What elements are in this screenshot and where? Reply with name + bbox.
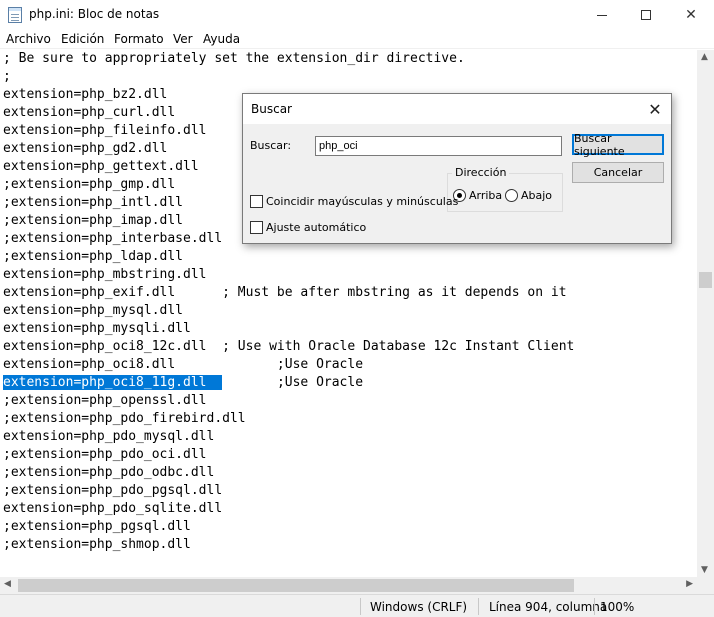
selected-text[interactable]: extension=php_oci8_11g.dll — [3, 375, 223, 390]
maximize-icon — [641, 10, 651, 20]
text-line: extension=php_exif.dll ; Must be after m… — [3, 285, 567, 300]
text-line: extension=php_oci8_12c.dll ; Use with Or… — [3, 339, 575, 354]
minimize-button[interactable] — [579, 0, 625, 30]
text-line: extension=php_mbstring.dll — [3, 267, 207, 282]
status-divider — [478, 598, 479, 615]
text-line-selected: extension=php_oci8_11g.dll ;Use Oracle — [3, 374, 363, 392]
text-line: ;extension=php_openssl.dll — [3, 393, 207, 408]
text-line: ; Be sure to appropriately set the exten… — [3, 51, 465, 66]
direction-down-label: Abajo — [521, 189, 553, 202]
text-line: extension=php_oci8.dll ;Use Oracle — [3, 357, 364, 372]
status-line-ending: Windows (CRLF) — [370, 600, 468, 614]
text-line: extension=php_bz2.dll — [3, 87, 168, 102]
cancel-label: Cancelar — [593, 166, 643, 179]
find-dialog-close-button[interactable]: ✕ — [645, 99, 665, 119]
text-line: ;extension=php_pdo_oci.dll — [3, 447, 207, 462]
menu-ver[interactable]: Ver — [173, 32, 193, 46]
menu-formato[interactable]: Formato — [114, 32, 164, 46]
wrap-around-checkbox[interactable]: Ajuste automático — [250, 221, 366, 234]
text-line: ;extension=php_intl.dll — [3, 195, 184, 210]
text-line: extension=php_gd2.dll — [3, 141, 168, 156]
find-dialog-title: Buscar — [251, 102, 292, 116]
direction-label: Dirección — [452, 166, 510, 179]
status-zoom: 100% — [600, 600, 635, 614]
find-next-button[interactable]: Buscar siguiente — [572, 131, 664, 158]
text-line: ;extension=php_pdo_pgsql.dll — [3, 483, 223, 498]
radio-unchecked-icon — [505, 189, 518, 202]
horizontal-scrollbar[interactable]: ◀ ▶ — [0, 577, 697, 594]
title-bar: php.ini: Bloc de notas ✕ — [0, 0, 714, 30]
wrap-around-label: Ajuste automático — [266, 221, 367, 234]
text-line: ;extension=php_imap.dll — [3, 213, 184, 228]
find-dialog: Buscar ✕ Buscar: Buscar siguiente Cancel… — [242, 93, 672, 244]
text-line-rest: ;Use Oracle — [222, 375, 364, 390]
find-next-label: Buscar siguiente — [574, 131, 625, 158]
status-divider — [360, 598, 361, 615]
close-icon: ✕ — [685, 7, 697, 23]
text-line: extension=php_mysql.dll — [3, 303, 184, 318]
status-position: Línea 904, columna — [489, 600, 608, 614]
text-line: extension=php_fileinfo.dll — [3, 123, 207, 138]
text-line: extension=php_pdo_mysql.dll — [3, 429, 215, 444]
text-line: ;extension=php_pdo_odbc.dll — [3, 465, 215, 480]
scroll-right-icon[interactable]: ▶ — [686, 579, 693, 589]
menu-ayuda[interactable]: Ayuda — [203, 32, 240, 46]
status-divider — [594, 598, 595, 615]
maximize-button[interactable] — [623, 0, 669, 30]
close-button[interactable]: ✕ — [668, 0, 714, 30]
text-line: ;extension=php_gmp.dll — [3, 177, 176, 192]
window-title: php.ini: Bloc de notas — [29, 7, 160, 21]
text-line: extension=php_pdo_sqlite.dll — [3, 501, 223, 516]
match-case-checkbox[interactable]: Coincidir mayúsculas y minúsculas — [250, 195, 458, 208]
text-line: ; — [3, 69, 11, 84]
menu-archivo[interactable]: Archivo — [6, 32, 51, 46]
text-line: extension=php_gettext.dll — [3, 159, 199, 174]
text-line: ;extension=php_pdo_firebird.dll — [3, 411, 246, 426]
text-line: ;extension=php_pgsql.dll — [3, 519, 191, 534]
checkbox-unchecked-icon — [250, 195, 263, 208]
menu-edicion[interactable]: Edición — [61, 32, 104, 46]
scrollbar-corner — [697, 577, 714, 594]
scroll-left-icon[interactable]: ◀ — [4, 579, 11, 589]
direction-up-label: Arriba — [469, 189, 503, 202]
vertical-scrollbar[interactable]: ▲ ▼ — [697, 50, 714, 577]
search-input[interactable] — [315, 136, 562, 156]
text-line: extension=php_mysqli.dll — [3, 321, 191, 336]
text-line: ;extension=php_shmop.dll — [3, 537, 191, 552]
match-case-label: Coincidir mayúsculas y minúsculas — [266, 195, 459, 208]
close-icon: ✕ — [648, 99, 662, 119]
notepad-app-icon — [8, 7, 22, 23]
search-label: Buscar: — [250, 139, 292, 152]
direction-down-radio[interactable]: Abajo — [505, 189, 552, 202]
scroll-up-icon[interactable]: ▲ — [701, 52, 708, 62]
status-bar: Windows (CRLF) Línea 904, columna 100% — [0, 594, 714, 617]
text-line: ;extension=php_interbase.dll — [3, 231, 223, 246]
menu-bar: Archivo Edición Formato Ver Ayuda — [0, 30, 714, 49]
scroll-down-icon[interactable]: ▼ — [701, 565, 708, 575]
checkbox-unchecked-icon — [250, 221, 263, 234]
horizontal-scroll-thumb[interactable] — [18, 579, 574, 592]
find-dialog-titlebar[interactable]: Buscar ✕ — [243, 94, 671, 124]
text-line: extension=php_curl.dll — [3, 105, 176, 120]
minimize-icon — [597, 14, 607, 16]
text-line: ;extension=php_ldap.dll — [3, 249, 184, 264]
vertical-scroll-thumb[interactable] — [699, 272, 712, 288]
direction-up-radio[interactable]: Arriba — [453, 189, 502, 202]
cancel-button[interactable]: Cancelar — [572, 162, 664, 183]
